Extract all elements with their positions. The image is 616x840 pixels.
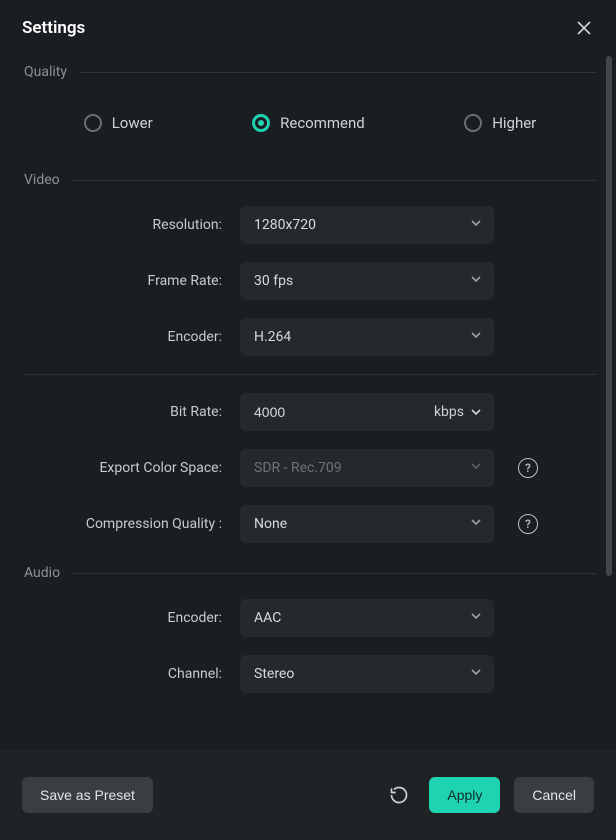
select-value: AAC (254, 610, 281, 626)
chevron-down-icon (470, 516, 482, 532)
question-icon: ? (525, 461, 531, 475)
save-preset-button[interactable]: Save as Preset (22, 777, 153, 813)
audio-encoder-select[interactable]: AAC (240, 599, 494, 637)
quality-radio-recommend[interactable]: Recommend (252, 114, 365, 132)
section-header-quality: Quality (24, 64, 596, 80)
audio-encoder-label: Encoder: (24, 610, 240, 626)
chevron-down-icon (470, 406, 482, 418)
question-icon: ? (525, 517, 531, 531)
resolution-label: Resolution: (24, 217, 240, 233)
select-value: 1280x720 (254, 217, 316, 233)
audio-channel-label: Channel: (24, 666, 240, 682)
video-encoder-select[interactable]: H.264 (240, 318, 494, 356)
select-value: SDR - Rec.709 (254, 460, 342, 476)
select-value: Stereo (254, 666, 294, 682)
divider (79, 72, 596, 73)
select-value: 30 fps (254, 273, 293, 289)
dialog-title: Settings (22, 18, 85, 38)
radio-icon (464, 114, 482, 132)
radio-icon (84, 114, 102, 132)
compression-select[interactable]: None (240, 505, 494, 543)
video-encoder-label: Encoder: (24, 329, 240, 345)
section-label: Audio (24, 565, 60, 581)
close-button[interactable] (574, 18, 594, 38)
unit-label: kbps (434, 404, 464, 420)
frame-rate-label: Frame Rate: (24, 273, 240, 289)
scrollbar[interactable] (606, 56, 612, 756)
cancel-button[interactable]: Cancel (514, 777, 594, 813)
bit-rate-unit-select[interactable]: kbps (426, 393, 494, 431)
section-header-audio: Audio (24, 565, 596, 581)
close-icon (576, 20, 592, 36)
reset-button[interactable] (383, 779, 415, 811)
audio-channel-select[interactable]: Stereo (240, 655, 494, 693)
resolution-select[interactable]: 1280x720 (240, 206, 494, 244)
quality-radio-higher[interactable]: Higher (464, 114, 536, 132)
divider (24, 374, 596, 375)
section-header-video: Video (24, 172, 596, 188)
compression-help-button[interactable]: ? (518, 514, 538, 534)
chevron-down-icon (470, 610, 482, 626)
divider (72, 573, 596, 574)
radio-label: Higher (492, 114, 536, 132)
quality-radio-lower[interactable]: Lower (84, 114, 153, 132)
radio-label: Lower (112, 114, 153, 132)
reset-icon (389, 785, 409, 805)
select-value: None (254, 516, 287, 532)
apply-button[interactable]: Apply (429, 777, 500, 813)
chevron-down-icon (470, 217, 482, 233)
color-space-help-button[interactable]: ? (518, 458, 538, 478)
compression-label: Compression Quality : (24, 516, 240, 532)
section-label: Quality (24, 64, 67, 80)
chevron-down-icon (470, 273, 482, 289)
radio-label: Recommend (280, 114, 365, 132)
radio-icon (252, 114, 270, 132)
color-space-select: SDR - Rec.709 (240, 449, 494, 487)
chevron-down-icon (470, 460, 482, 476)
select-value: H.264 (254, 329, 291, 345)
bit-rate-label: Bit Rate: (24, 404, 240, 420)
chevron-down-icon (470, 666, 482, 682)
color-space-label: Export Color Space: (24, 460, 240, 476)
chevron-down-icon (470, 329, 482, 345)
scrollbar-thumb[interactable] (606, 56, 612, 576)
frame-rate-select[interactable]: 30 fps (240, 262, 494, 300)
section-label: Video (24, 172, 60, 188)
divider (72, 180, 596, 181)
